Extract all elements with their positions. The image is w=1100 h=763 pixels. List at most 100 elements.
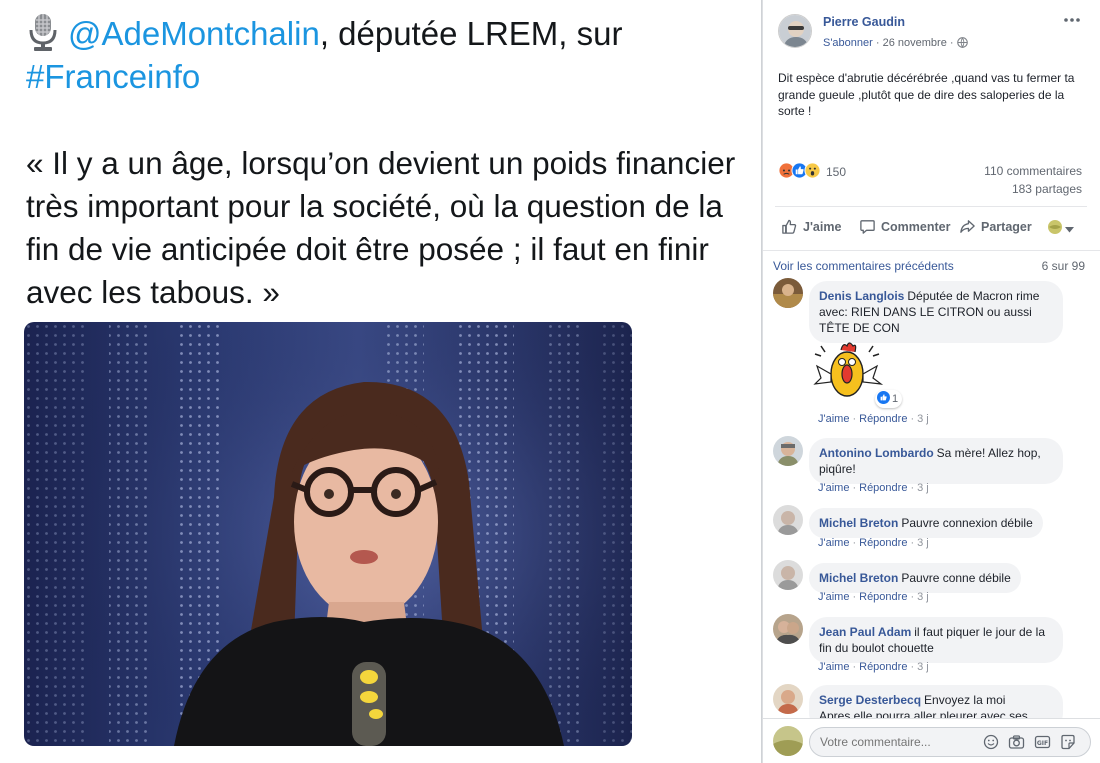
like-button[interactable]: J'aime <box>781 218 841 235</box>
comment-actions: J'aime · Répondre · 3 j <box>818 661 929 673</box>
comment-actions: J'aime · Répondre · 3 j <box>818 413 929 425</box>
commenter-name[interactable]: Serge Desterbecq <box>819 693 921 707</box>
comment-actions: J'aime · Répondre · 3 j <box>818 591 929 603</box>
actions-separator: · <box>852 482 857 494</box>
commenter-name[interactable]: Jean Paul Adam <box>819 625 911 639</box>
comment-button[interactable]: Commenter <box>859 218 950 235</box>
meta-dot: · <box>875 37 880 49</box>
actions-separator: · <box>910 591 915 603</box>
actions-separator: · <box>852 591 857 603</box>
actions-separator: · <box>910 482 915 494</box>
audience-selector[interactable] <box>1047 219 1074 238</box>
comment-reply-link[interactable]: Répondre <box>859 482 907 494</box>
comment-text: Envoyez la moi <box>924 693 1006 707</box>
tweet-header-text: , députée LREM, sur <box>319 15 623 52</box>
post-meta: S'abonner · 26 novembre · <box>823 37 968 51</box>
comment-sticker <box>811 340 885 405</box>
commenter-name[interactable]: Michel Breton <box>819 571 898 585</box>
reactions-count: 150 <box>826 165 847 179</box>
comment-composer: GIF <box>763 718 1100 763</box>
actions-separator: · <box>852 661 857 673</box>
comment-label: Commenter <box>881 219 951 234</box>
post-author-name[interactable]: Pierre Gaudin <box>823 15 905 29</box>
comment-bubble: Michel Breton Pauvre connexion débile <box>809 508 1043 538</box>
tweet-hashtag[interactable]: #Franceinfo <box>26 58 200 95</box>
actions-separator: · <box>910 537 915 549</box>
comment-like-link[interactable]: J'aime <box>818 537 849 549</box>
comment-time[interactable]: 3 j <box>917 482 929 494</box>
comment-text-continued: Apres elle pourra aller pleurer avec ses <box>819 709 1028 718</box>
comment-bubble: Denis Langlois Députée de Macron rime ave… <box>809 281 1063 343</box>
shares-count[interactable]: 183 partages <box>1012 182 1082 196</box>
chevron-down-icon <box>1065 222 1074 236</box>
commenter-avatar[interactable] <box>773 278 803 308</box>
comment-time[interactable]: 3 j <box>917 537 929 549</box>
comment-reaction-count: 1 <box>892 393 899 405</box>
actions-separator: · <box>910 661 915 673</box>
audience-icon <box>1047 219 1063 238</box>
more-icon[interactable] <box>1063 14 1081 28</box>
camera-icon[interactable] <box>1008 734 1025 753</box>
comment-like-link[interactable]: J'aime <box>818 591 849 603</box>
actions-separator: · <box>852 537 857 549</box>
comment-reply-link[interactable]: Répondre <box>859 537 907 549</box>
reactions-summary[interactable]: 150 <box>778 162 846 182</box>
commenter-avatar[interactable] <box>773 505 803 535</box>
comment-time[interactable]: 3 j <box>917 661 929 673</box>
comment-like-link[interactable]: J'aime <box>818 661 849 673</box>
comments-count[interactable]: 110 commentaires <box>984 164 1082 178</box>
comment-like-link[interactable]: J'aime <box>818 413 849 425</box>
comment-icon <box>859 218 876 235</box>
comment-bubble: Jean Paul Adam il faut piquer le jour de … <box>809 617 1063 663</box>
divider <box>763 250 1100 251</box>
sticker-icon[interactable] <box>1060 734 1076 753</box>
subscribe-link[interactable]: S'abonner <box>823 37 873 49</box>
comment-actions: J'aime · Répondre · 3 j <box>818 537 929 549</box>
tweet-mention[interactable]: @AdeMontchalin <box>68 15 320 52</box>
facebook-post-panel: Pierre Gaudin S'abonner · 26 novembre · … <box>762 0 1100 763</box>
comment-input[interactable] <box>820 733 970 751</box>
view-previous-comments-link[interactable]: Voir les commentaires précédents <box>773 259 954 273</box>
like-reaction-icon <box>877 391 890 407</box>
current-user-avatar <box>773 726 803 756</box>
wow-reaction-icon <box>804 162 821 182</box>
tweet-quote: « Il y a un âge, lorsqu’on devient un po… <box>26 145 736 310</box>
comment-reply-link[interactable]: Répondre <box>859 661 907 673</box>
comment-input-wrapper: GIF <box>809 727 1091 757</box>
tweet-photo <box>24 322 632 746</box>
comment-text: Pauvre connexion débile <box>901 516 1033 530</box>
emoji-icon[interactable] <box>983 734 999 753</box>
comment-like-link[interactable]: J'aime <box>818 482 849 494</box>
commenter-avatar[interactable] <box>773 560 803 590</box>
comment-reply-link[interactable]: Répondre <box>859 591 907 603</box>
like-icon <box>781 218 798 235</box>
comment-time[interactable]: 3 j <box>917 591 929 603</box>
comment-clip: Serge Desterbecq Envoyez la moi Apres ell… <box>763 682 1100 718</box>
meta-dot-2: · <box>949 37 954 49</box>
commenter-avatar[interactable] <box>773 684 803 714</box>
post-author-avatar[interactable] <box>778 14 812 48</box>
share-icon <box>959 218 976 235</box>
commenter-avatar[interactable] <box>773 614 803 644</box>
share-button[interactable]: Partager <box>959 218 1032 235</box>
comment-text: Pauvre conne débile <box>901 571 1011 585</box>
share-label: Partager <box>981 219 1032 234</box>
comment-reaction-badge[interactable]: 1 <box>875 390 903 408</box>
post-text: Dit espèce d'abrutie décérébrée ,quand v… <box>778 71 1075 118</box>
commenter-name[interactable]: Antonino Lombardo <box>819 446 934 460</box>
microphone-icon <box>26 12 60 52</box>
commenter-name[interactable]: Denis Langlois <box>819 289 904 303</box>
commenter-avatar[interactable] <box>773 436 803 466</box>
globe-icon <box>956 37 968 51</box>
comment-bubble: Michel Breton Pauvre conne débile <box>809 563 1021 593</box>
comment-actions: J'aime · Répondre · 3 j <box>818 482 929 494</box>
comments-pagination: 6 sur 99 <box>1041 259 1085 273</box>
gif-icon[interactable]: GIF <box>1034 734 1051 753</box>
post-date[interactable]: 26 novembre <box>883 37 947 49</box>
comment-time[interactable]: 3 j <box>917 413 929 425</box>
comment-reply-link[interactable]: Répondre <box>859 413 907 425</box>
commenter-name[interactable]: Michel Breton <box>819 516 898 530</box>
actions-separator: · <box>910 413 915 425</box>
tweet-image: @AdeMontchalin, députée LREM, sur #Franc… <box>0 0 762 763</box>
comment-bubble: Antonino Lombardo Sa mère! Allez hop, piq… <box>809 438 1063 484</box>
